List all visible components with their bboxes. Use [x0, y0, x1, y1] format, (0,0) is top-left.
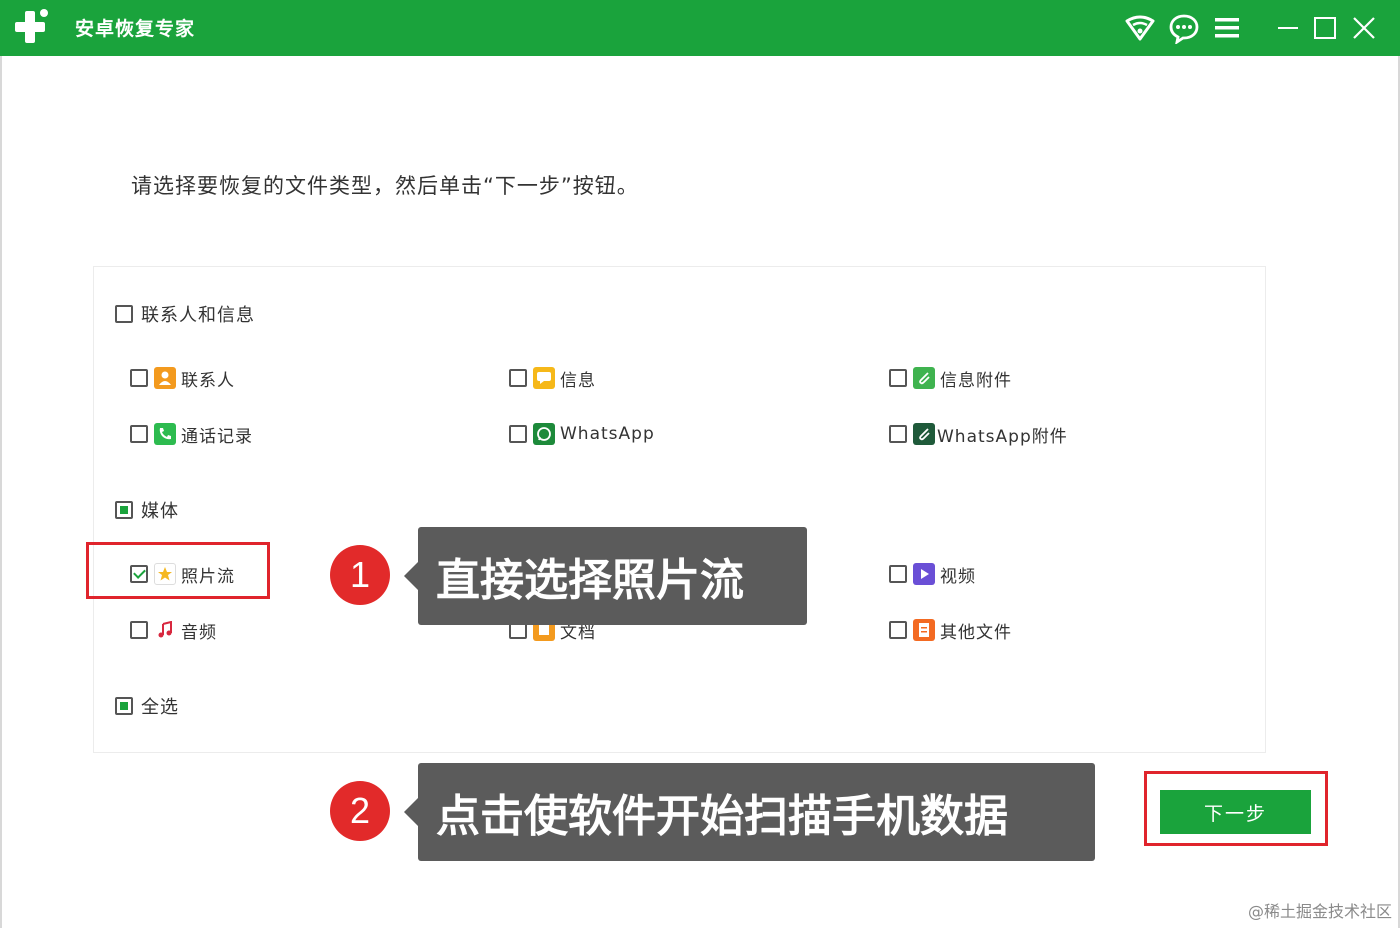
- item-video[interactable]: 视频: [889, 561, 976, 587]
- message-attachments-checkbox[interactable]: [889, 369, 907, 387]
- item-call-logs[interactable]: 通话记录: [130, 421, 253, 447]
- app-title: 安卓恢复专家: [75, 18, 196, 40]
- group-media-label: 媒体: [141, 501, 179, 522]
- instruction-text: 请选择要恢复的文件类型，然后单击“下一步”按钮。: [131, 174, 639, 198]
- group-media-checkbox[interactable]: [115, 501, 133, 519]
- whatsapp-attachments-checkbox[interactable]: [889, 425, 907, 443]
- step-1-callout: 直接选择照片流: [404, 527, 807, 625]
- select-all-label: 全选: [141, 697, 179, 718]
- message-attachments-label: 信息附件: [940, 370, 1012, 391]
- other-files-label: 其他文件: [940, 622, 1012, 643]
- menu-icon[interactable]: [1211, 12, 1243, 44]
- audio-label: 音频: [181, 622, 217, 643]
- messages-checkbox[interactable]: [509, 369, 527, 387]
- item-audio[interactable]: 音频: [130, 617, 217, 643]
- contacts-icon: [154, 367, 176, 389]
- step-1-badge: 1: [330, 545, 390, 605]
- item-message-attachments[interactable]: 信息附件: [889, 365, 1012, 391]
- messages-icon: [533, 367, 555, 389]
- file-icon: [913, 619, 935, 641]
- phone-icon: [154, 423, 176, 445]
- whatsapp-attachment-icon: [913, 423, 935, 445]
- minimize-icon[interactable]: [1272, 12, 1304, 44]
- video-checkbox[interactable]: [889, 565, 907, 583]
- file-type-panel: [93, 266, 1266, 753]
- item-whatsapp-attachments[interactable]: WhatsApp附件: [889, 421, 1068, 447]
- item-contacts[interactable]: 联系人: [130, 365, 235, 391]
- group-contacts-messages-label: 联系人和信息: [141, 305, 255, 326]
- other-files-checkbox[interactable]: [889, 621, 907, 639]
- wifi-icon[interactable]: [1124, 12, 1156, 44]
- music-icon: [154, 619, 176, 641]
- item-other-files[interactable]: 其他文件: [889, 617, 1012, 643]
- maximize-icon[interactable]: [1309, 12, 1341, 44]
- select-all[interactable]: 全选: [115, 693, 179, 719]
- attachment-icon: [913, 367, 935, 389]
- group-contacts-messages[interactable]: 联系人和信息: [115, 301, 255, 327]
- next-button[interactable]: 下一步: [1160, 790, 1311, 834]
- video-label: 视频: [940, 566, 976, 587]
- select-all-checkbox[interactable]: [115, 697, 133, 715]
- app-logo-icon: [13, 9, 49, 45]
- call-logs-checkbox[interactable]: [130, 425, 148, 443]
- close-icon[interactable]: [1348, 12, 1380, 44]
- window-border-left: [0, 56, 2, 928]
- step-2-badge: 2: [330, 781, 390, 841]
- group-contacts-messages-checkbox[interactable]: [115, 305, 133, 323]
- whatsapp-icon: [533, 423, 555, 445]
- watermark: @稀土掘金技术社区: [1247, 902, 1392, 921]
- whatsapp-label: WhatsApp: [560, 424, 655, 444]
- item-whatsapp[interactable]: WhatsApp: [509, 421, 655, 447]
- whatsapp-attachments-label: WhatsApp附件: [937, 426, 1068, 447]
- step-2-callout: 点击使软件开始扫描手机数据: [404, 763, 1095, 861]
- title-bar: 安卓恢复专家: [0, 0, 1400, 56]
- video-icon: [913, 563, 935, 585]
- call-logs-label: 通话记录: [181, 426, 253, 447]
- contacts-label: 联系人: [181, 370, 235, 391]
- group-media[interactable]: 媒体: [115, 497, 179, 523]
- contacts-checkbox[interactable]: [130, 369, 148, 387]
- audio-checkbox[interactable]: [130, 621, 148, 639]
- messages-label: 信息: [560, 370, 596, 391]
- whatsapp-checkbox[interactable]: [509, 425, 527, 443]
- highlight-photo-stream: [86, 542, 270, 599]
- feedback-icon[interactable]: [1168, 12, 1200, 44]
- item-messages[interactable]: 信息: [509, 365, 596, 391]
